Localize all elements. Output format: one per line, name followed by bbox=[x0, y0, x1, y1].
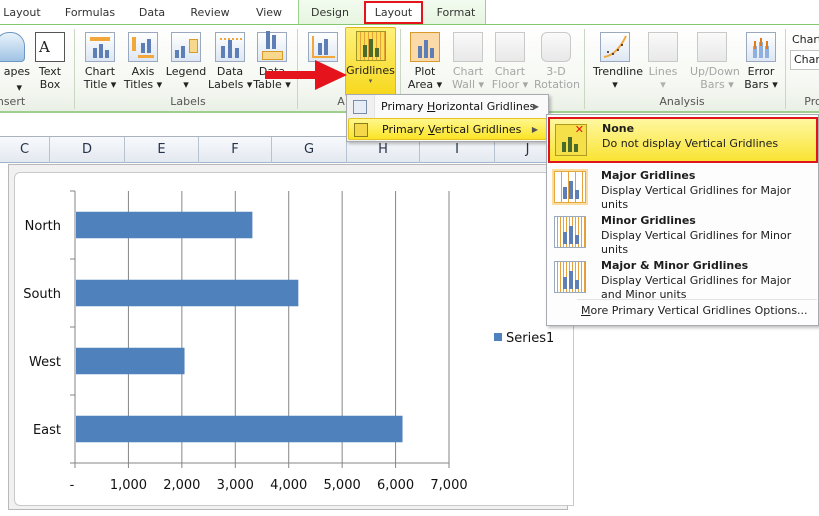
x-tick-label: - bbox=[70, 478, 75, 493]
minor-gridlines-icon bbox=[554, 216, 586, 248]
bar-chart: North South West East - 1,000 2,000 3,000 4,000 5… bbox=[23, 190, 554, 493]
category-label: West bbox=[29, 355, 61, 370]
tab-data[interactable]: Data bbox=[134, 0, 170, 25]
plot-area-button[interactable]: Plot Area ▾ bbox=[403, 28, 447, 92]
chart-tools-tabs: Design Layout Format bbox=[298, 0, 486, 25]
x-tick-label: 3,000 bbox=[217, 478, 254, 493]
tab-design[interactable]: Design bbox=[307, 0, 353, 25]
legend-button[interactable]: Legend ▾ bbox=[164, 28, 208, 92]
ribbon-tab-bar: Layout Formulas Data Review View Design … bbox=[0, 0, 819, 25]
tab-layout[interactable]: Layout bbox=[364, 1, 423, 24]
3d-rotation-button[interactable]: 3-D Rotation bbox=[534, 28, 580, 92]
up-down-bars-button[interactable]: Up/Down Bars ▾ bbox=[690, 28, 740, 92]
chart-title-button[interactable]: Chart Title ▾ bbox=[78, 28, 122, 92]
gridlines-icon bbox=[355, 31, 386, 61]
submenu-item-minor-gridlines[interactable]: Minor Gridlines Display Vertical Gridlin… bbox=[548, 210, 818, 256]
category-label: North bbox=[25, 219, 61, 234]
data-labels-button[interactable]: Data Labels ▾ bbox=[208, 28, 252, 92]
submenu-arrow-icon: ▶ bbox=[532, 102, 539, 111]
no-gridlines-icon: ✕ bbox=[555, 123, 587, 156]
chart-floor-button[interactable]: Chart Floor ▾ bbox=[488, 28, 532, 92]
bar-south bbox=[76, 279, 299, 307]
insert-group-label: nsert bbox=[0, 95, 26, 108]
submenu-item-major-minor-gridlines[interactable]: Major & Minor Gridlines Display Vertical… bbox=[548, 255, 818, 301]
group-separator bbox=[785, 29, 786, 109]
data-table-icon bbox=[257, 31, 287, 62]
major-minor-gridlines-icon bbox=[554, 261, 586, 293]
column-header[interactable]: G bbox=[272, 137, 347, 163]
error-bars-icon bbox=[746, 32, 776, 62]
text-box-button[interactable]: A Text Box bbox=[28, 28, 72, 92]
category-label: East bbox=[33, 423, 61, 438]
tab-review[interactable]: Review bbox=[188, 0, 232, 25]
submenu-arrow-icon: ▶ bbox=[531, 125, 538, 134]
x-tick-label: 1,000 bbox=[110, 478, 147, 493]
analysis-group-label: Analysis bbox=[659, 95, 705, 108]
data-labels-icon bbox=[215, 32, 245, 62]
chart-wall-icon bbox=[453, 32, 483, 62]
shapes-icon bbox=[0, 32, 25, 62]
legend-swatch bbox=[494, 333, 502, 341]
plot-area-icon bbox=[410, 32, 440, 62]
tab-format[interactable]: Format bbox=[433, 0, 479, 25]
menu-item-primary-horizontal-gridlines[interactable]: Primary Horizontal Gridlines ▶ bbox=[348, 96, 547, 118]
chart-area[interactable]: North South West East - 1,000 2,000 3,000 4,000 5… bbox=[14, 172, 574, 506]
error-bars-button[interactable]: Error Bars ▾ bbox=[739, 28, 783, 92]
vertical-gridlines-icon bbox=[354, 123, 368, 137]
legend-label: Series1 bbox=[506, 331, 554, 346]
tab-view[interactable]: View bbox=[251, 0, 287, 25]
chart-floor-icon bbox=[495, 32, 525, 62]
properties-group-label: Pro bbox=[804, 95, 819, 108]
submenu-item-none[interactable]: ✕ None Do not display Vertical Gridlines bbox=[548, 117, 818, 163]
legend-icon bbox=[171, 32, 201, 62]
gridlines-dropdown-menu: Primary Horizontal Gridlines ▶ Primary V… bbox=[346, 94, 549, 142]
menu-separator bbox=[577, 299, 817, 300]
category-label: South bbox=[23, 287, 61, 302]
x-tick-label: 5,000 bbox=[324, 478, 361, 493]
bar-east bbox=[76, 415, 403, 443]
column-header[interactable]: D bbox=[50, 137, 125, 163]
chart-title-icon bbox=[85, 32, 115, 62]
trendline-button[interactable]: Trendline ▾ bbox=[593, 28, 643, 92]
up-down-bars-icon bbox=[697, 32, 727, 62]
axis-titles-icon bbox=[128, 32, 158, 62]
submenu-item-major-gridlines[interactable]: Major Gridlines Display Vertical Gridlin… bbox=[548, 165, 818, 211]
axes-icon bbox=[308, 32, 338, 62]
text-box-icon: A bbox=[35, 32, 65, 62]
x-tick-label: 6,000 bbox=[377, 478, 414, 493]
vertical-gridlines-submenu: ✕ None Do not display Vertical Gridlines… bbox=[546, 114, 819, 326]
3d-rotation-icon bbox=[541, 32, 571, 62]
column-header[interactable]: C bbox=[0, 137, 50, 163]
bar-north bbox=[76, 211, 253, 239]
x-tick-label: 2,000 bbox=[163, 478, 200, 493]
major-gridlines-icon bbox=[554, 171, 586, 203]
group-separator bbox=[584, 29, 585, 109]
red-arrow-callout bbox=[265, 60, 347, 90]
x-tick-label: 7,000 bbox=[430, 478, 467, 493]
lines-button[interactable]: Lines ▾ bbox=[641, 28, 685, 92]
chart-wall-button[interactable]: Chart Wall ▾ bbox=[446, 28, 490, 92]
group-separator bbox=[74, 29, 75, 109]
gridlines-button[interactable]: Gridlines ▾ bbox=[345, 27, 396, 96]
column-header[interactable]: E bbox=[125, 137, 199, 163]
chart-name-label: Chart bbox=[792, 33, 819, 46]
more-vertical-gridlines-options[interactable]: More Primary Vertical Gridlines Options.… bbox=[581, 304, 808, 317]
axis-titles-button[interactable]: Axis Titles ▾ bbox=[121, 28, 165, 92]
trendline-icon bbox=[600, 32, 630, 62]
tab-page-layout[interactable]: Layout bbox=[0, 0, 44, 25]
tab-formulas[interactable]: Formulas bbox=[62, 0, 118, 25]
menu-item-primary-vertical-gridlines[interactable]: Primary Vertical Gridlines ▶ bbox=[348, 118, 547, 140]
chart-name-input[interactable]: Char bbox=[790, 50, 819, 70]
horizontal-gridlines-icon bbox=[353, 100, 367, 114]
bar-west bbox=[76, 347, 185, 375]
column-header[interactable]: F bbox=[199, 137, 272, 163]
labels-group-label: Labels bbox=[170, 95, 206, 108]
x-tick-label: 4,000 bbox=[270, 478, 307, 493]
lines-icon bbox=[648, 32, 678, 62]
